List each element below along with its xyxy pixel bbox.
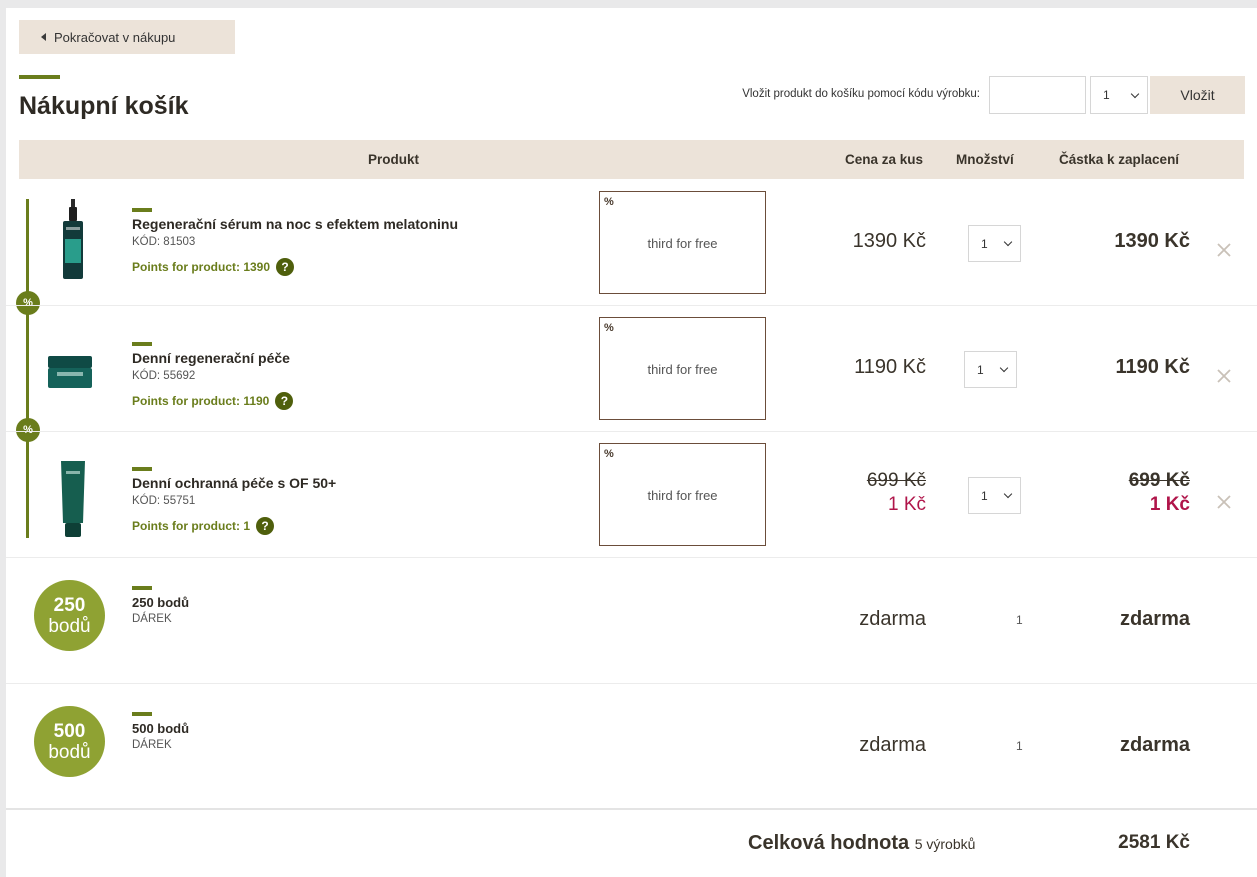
promo-percent-label: % [604,448,614,460]
unit-price-discounted: 1 Kč [887,494,926,515]
product-code-input[interactable] [989,76,1086,114]
code-quantity-value: 1 [1103,88,1110,102]
gift-name: 500 bodů [132,721,190,736]
gift-total: zdarma [1119,734,1190,756]
name-accent-bar [132,712,152,716]
product-name[interactable]: Regenerační sérum na noc s efektem melat… [132,216,458,232]
product-code: KÓD: 81503 [132,236,196,248]
name-accent-bar [132,208,152,212]
promo-percent-label: % [604,196,614,208]
product-code: KÓD: 55751 [132,495,196,507]
page-title: Nákupní košík [19,92,189,120]
promo-text: third for free [647,236,718,251]
quantity-select[interactable]: 1 [964,351,1017,388]
gift-row: 500 bodů 500 bodů DÁREK zdarma 1 zdarma [6,683,1257,809]
promo-box: % third for free [599,443,766,546]
product-points-label: Points for product: 1 [132,519,250,533]
unit-price-original: 699 Kč [866,470,926,491]
header-unit-price: Cena za kus [845,152,924,167]
promo-text: third for free [647,488,718,503]
gift-price: zdarma [859,608,926,630]
line-total-original: 699 Kč [1128,470,1190,491]
help-icon[interactable]: ? [276,258,295,276]
cart-row: Denní ochranná péče s OF 50+ KÓD: 55751 … [6,431,1257,557]
product-points-label: Points for product: 1390 [132,260,271,274]
product-points-label: Points for product: 1190 [132,394,270,408]
chevron-down-icon [1003,237,1013,247]
help-icon[interactable]: ? [256,517,274,535]
header-amount: Částka k zaplacení [1059,152,1180,167]
product-points: Points for product: 1190 ? [132,392,294,410]
promo-text: third for free [647,362,718,377]
cart-row: Regenerační sérum na noc s efektem melat… [6,179,1257,305]
summary-item-count: 5 výrobků [914,836,976,852]
continue-shopping-label: Pokračovat v nákupu [54,29,176,45]
cart-page: Pokračovat v nákupu Nákupní košík Vložit… [6,8,1257,877]
grand-total: 2581 Kč [1118,832,1190,853]
continue-shopping-button[interactable]: Pokračovat v nákupu [19,20,235,54]
points-badge: 250 bodů [34,580,105,651]
points-badge: 500 bodů [34,706,105,777]
gift-quantity: 1 [1016,613,1023,627]
gift-total: zdarma [1119,608,1190,630]
title-accent-bar [19,75,60,79]
chevron-down-icon [1003,489,1013,499]
promo-box: % third for free [599,191,766,294]
cart-row: Denní regenerační péče KÓD: 55692 Points… [6,305,1257,431]
product-name[interactable]: Denní regenerační péče [132,350,290,366]
points-badge-unit: bodů [48,615,91,637]
quantity-value: 1 [981,488,988,503]
line-total: 1390 Kč [1114,230,1190,252]
caret-left-icon [41,33,46,41]
points-badge-unit: bodů [48,741,91,763]
remove-icon[interactable] [1216,368,1232,384]
points-badge-number: 500 [53,720,86,742]
product-image-serum [50,199,96,281]
help-icon[interactable]: ? [275,392,294,410]
quantity-select[interactable]: 1 [968,225,1021,262]
unit-price: 1190 Kč [854,356,926,378]
promo-box: % third for free [599,317,766,420]
name-accent-bar [132,586,152,590]
gift-type: DÁREK [132,739,172,751]
summary-label: Celková hodnota [748,832,910,854]
product-code: KÓD: 55692 [132,370,196,382]
cart-table-header: Produkt Cena za kus Množství Částka k za… [19,140,1244,179]
remove-icon[interactable] [1216,494,1232,510]
quantity-select[interactable]: 1 [968,477,1021,514]
code-insert-label: Vložit produkt do košíku pomocí kódu výr… [742,88,980,100]
gift-type: DÁREK [132,613,172,625]
promo-percent-label: % [604,322,614,334]
chevron-down-icon [1130,89,1140,98]
product-image-cream-tube [58,459,88,539]
product-name[interactable]: Denní ochranná péče s OF 50+ [132,475,336,491]
chevron-down-icon [999,363,1009,373]
gift-price: zdarma [859,734,926,756]
unit-price: 1390 Kč [852,230,926,252]
gift-row: 250 bodů 250 bodů DÁREK zdarma 1 zdarma [6,557,1257,683]
remove-icon[interactable] [1216,242,1232,258]
points-badge-number: 250 [53,594,86,616]
product-points: Points for product: 1 ? [132,517,274,535]
code-quantity-select[interactable]: 1 [1090,76,1148,114]
cart-summary: Celková hodnota 5 výrobků [748,832,975,855]
product-points: Points for product: 1390 ? [132,258,295,276]
product-image-cream-jar [44,353,96,391]
line-total: 1190 Kč [1115,356,1190,378]
name-accent-bar [132,342,152,346]
header-product: Produkt [368,152,420,167]
quantity-value: 1 [977,362,984,377]
insert-button[interactable]: Vložit [1150,76,1245,114]
header-quantity: Množství [956,152,1014,167]
gift-name: 250 bodů [132,595,190,610]
footer-divider [6,808,1257,810]
line-total-discounted: 1 Kč [1149,494,1190,515]
gift-quantity: 1 [1016,739,1023,753]
quantity-value: 1 [981,236,988,251]
name-accent-bar [132,467,152,471]
